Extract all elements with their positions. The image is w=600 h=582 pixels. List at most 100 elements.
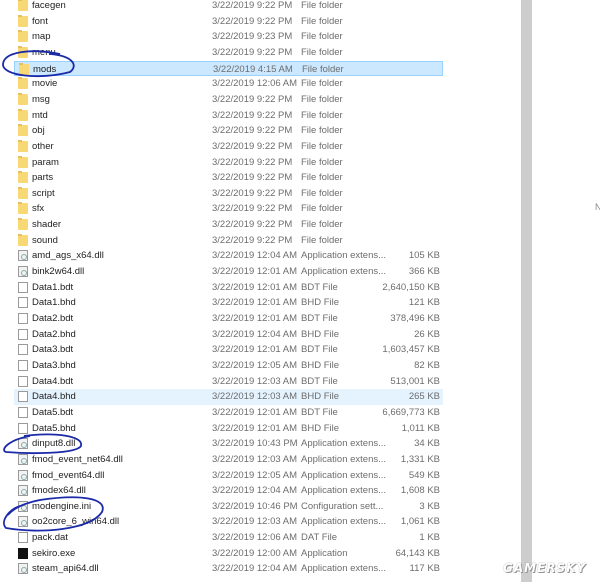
file-date: 3/22/2019 12:01 AM (212, 344, 298, 356)
file-date: 3/22/2019 9:22 PM (212, 93, 293, 105)
file-type: File folder (302, 63, 344, 75)
dll-icon (18, 266, 28, 278)
file-size: 64,143 KB (395, 547, 440, 559)
file-row[interactable]: menu 3/22/2019 9:22 PM File folder (14, 45, 443, 61)
file-type: BHD File (301, 422, 340, 434)
file-type: Application extens... (301, 266, 387, 278)
file-name: font (32, 15, 48, 27)
file-date: 3/22/2019 9:22 PM (212, 0, 293, 11)
file-type: BDT File (301, 406, 338, 418)
file-date: 3/22/2019 12:04 AM (212, 328, 298, 340)
file-size: 105 KB (408, 250, 440, 262)
file-name: pack.dat (32, 532, 68, 544)
file-name: Data3.bhd (32, 359, 76, 371)
file-name: mtd (32, 109, 48, 121)
file-name: param (32, 156, 59, 168)
file-row[interactable]: facegen 3/22/2019 9:22 PM File folder (14, 0, 443, 14)
file-row[interactable]: parts 3/22/2019 9:22 PM File folder (14, 170, 443, 186)
file-type: BDT File (301, 375, 338, 387)
file-date: 3/22/2019 12:01 AM (212, 406, 298, 418)
file-row[interactable]: sfx 3/22/2019 9:22 PM File folder (14, 201, 443, 217)
scrollbar[interactable] (521, 0, 532, 582)
dll-icon (18, 485, 28, 497)
file-row[interactable]: movie 3/22/2019 12:06 AM File folder (14, 76, 443, 92)
file-type: File folder (301, 140, 343, 152)
file-row[interactable]: oo2core_6_win64.dll 3/22/2019 12:03 AM A… (14, 514, 443, 530)
file-row[interactable]: mods 3/22/2019 4:15 AM File folder (14, 60, 443, 77)
file-row[interactable]: Data1.bdt 3/22/2019 12:01 AM BDT File 2,… (14, 280, 443, 296)
file-row[interactable]: mtd 3/22/2019 9:22 PM File folder (14, 108, 443, 124)
file-icon (18, 375, 28, 387)
dll-icon (18, 453, 28, 465)
file-row[interactable]: Data5.bdt 3/22/2019 12:01 AM BDT File 6,… (14, 405, 443, 421)
file-row[interactable]: Data2.bhd 3/22/2019 12:04 AM BHD File 26… (14, 327, 443, 343)
file-row[interactable]: steam_api64.dll 3/22/2019 12:04 AM Appli… (14, 561, 443, 577)
folder-icon (18, 108, 28, 121)
side-panel-label: N (595, 202, 600, 212)
file-row[interactable]: obj 3/22/2019 9:22 PM File folder (14, 123, 443, 139)
file-date: 3/22/2019 12:03 AM (212, 516, 298, 528)
file-type: Application (301, 547, 348, 559)
folder-icon (18, 186, 28, 199)
file-row[interactable]: msg 3/22/2019 9:22 PM File folder (14, 92, 443, 108)
file-row[interactable]: shader 3/22/2019 9:22 PM File folder (14, 217, 443, 233)
file-type: BDT File (301, 281, 338, 293)
file-type: File folder (301, 93, 343, 105)
file-date: 3/22/2019 12:05 AM (212, 359, 298, 371)
file-row[interactable]: Data3.bhd 3/22/2019 12:05 AM BHD File 82… (14, 358, 443, 374)
file-name: fmodex64.dll (32, 485, 86, 497)
file-row[interactable]: sound 3/22/2019 9:22 PM File folder (14, 233, 443, 249)
file-icon (18, 281, 28, 293)
file-name: amd_ags_x64.dll (32, 250, 104, 262)
file-row[interactable]: fmod_event64.dll 3/22/2019 12:05 AM Appl… (14, 468, 443, 484)
file-type: Application extens... (301, 485, 387, 497)
file-row[interactable]: sekiro.exe 3/22/2019 12:00 AM Applicatio… (14, 546, 443, 562)
file-row[interactable]: fmodex64.dll 3/22/2019 12:04 AM Applicat… (14, 483, 443, 499)
file-date: 3/22/2019 9:22 PM (212, 203, 293, 215)
file-row[interactable]: Data2.bdt 3/22/2019 12:01 AM BDT File 37… (14, 311, 443, 327)
file-size: 378,496 KB (390, 313, 440, 324)
file-name: Data5.bhd (32, 422, 76, 434)
file-type: BDT File (301, 344, 338, 356)
file-type: File folder (301, 219, 343, 231)
file-type: Application extens... (301, 453, 387, 465)
file-row[interactable]: script 3/22/2019 9:22 PM File folder (14, 186, 443, 202)
file-row[interactable]: pack.dat 3/22/2019 12:06 AM DAT File 1 K… (14, 530, 443, 546)
file-icon (18, 297, 28, 309)
file-type: File folder (301, 125, 343, 137)
file-row[interactable]: Data5.bhd 3/22/2019 12:01 AM BHD File 1,… (14, 421, 443, 437)
file-icon (18, 313, 28, 324)
file-name: Data4.bhd (32, 391, 76, 403)
file-row[interactable]: Data4.bdt 3/22/2019 12:03 AM BDT File 51… (14, 374, 443, 390)
dll-icon (18, 516, 28, 528)
file-size: 34 KB (414, 438, 440, 450)
folder-icon (18, 92, 28, 105)
file-size: 6,669,773 KB (382, 406, 440, 418)
file-icon (18, 344, 28, 356)
file-row[interactable]: other 3/22/2019 9:22 PM File folder (14, 139, 443, 155)
file-row[interactable]: dinput8.dll 3/22/2019 10:43 PM Applicati… (14, 436, 443, 452)
file-name: shader (32, 219, 62, 231)
watermark-logo: GAMERSKY (503, 561, 587, 575)
folder-icon (18, 45, 28, 58)
folder-icon (18, 14, 28, 27)
file-icon (18, 532, 28, 544)
file-row[interactable]: font 3/22/2019 9:22 PM File folder (14, 14, 443, 30)
file-row[interactable]: fmod_event_net64.dll 3/22/2019 12:03 AM … (14, 452, 443, 468)
file-row[interactable]: modengine.ini 3/22/2019 10:46 PM Configu… (14, 499, 443, 515)
file-date: 3/22/2019 10:43 PM (212, 438, 298, 450)
file-size: 82 KB (414, 359, 440, 371)
file-row[interactable]: bink2w64.dll 3/22/2019 12:01 AM Applicat… (14, 264, 443, 280)
file-row[interactable]: Data4.bhd 3/22/2019 12:03 AM BHD File 26… (14, 389, 443, 405)
file-row[interactable]: map 3/22/2019 9:23 PM File folder (14, 29, 443, 45)
file-row[interactable]: Data1.bhd 3/22/2019 12:01 AM BHD File 12… (14, 295, 443, 311)
folder-icon (18, 218, 28, 231)
file-row[interactable]: param 3/22/2019 9:22 PM File folder (14, 155, 443, 171)
file-type: File folder (301, 46, 343, 58)
file-size: 117 KB (409, 563, 440, 575)
file-row[interactable]: amd_ags_x64.dll 3/22/2019 12:04 AM Appli… (14, 248, 443, 264)
file-type: File folder (301, 15, 343, 27)
file-row[interactable]: Data3.bdt 3/22/2019 12:01 AM BDT File 1,… (14, 342, 443, 358)
file-type: File folder (301, 187, 343, 199)
file-date: 3/22/2019 9:22 PM (212, 156, 293, 168)
